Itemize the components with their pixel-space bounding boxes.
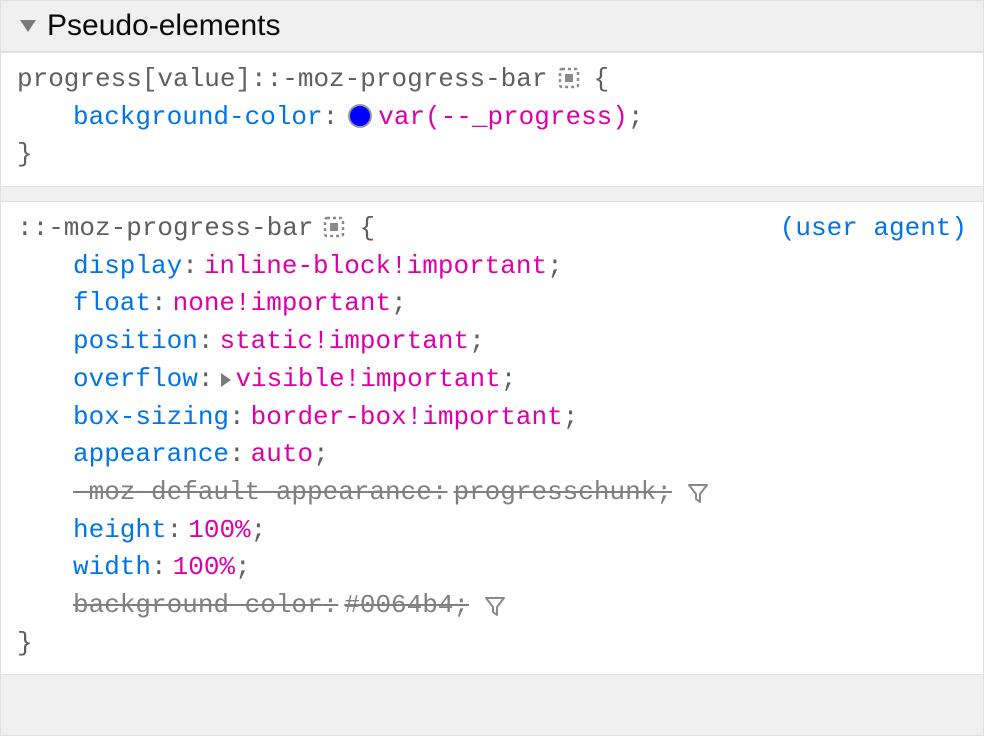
important-flag: !important	[235, 285, 391, 323]
styles-panel: Pseudo-elements progress[value]::-moz-pr…	[0, 0, 984, 736]
highlight-selector-icon[interactable]	[321, 214, 347, 240]
css-value[interactable]: progresschunk	[453, 474, 656, 512]
collapse-triangle-icon	[19, 19, 37, 33]
css-value[interactable]: visible	[235, 361, 344, 399]
colon: :	[151, 549, 167, 587]
important-flag: !important	[407, 399, 563, 437]
semicolon: ;	[235, 549, 251, 587]
css-property[interactable]: -moz-default-appearance	[73, 474, 432, 512]
colon: :	[198, 323, 214, 361]
semicolon: ;	[563, 399, 579, 437]
semicolon: ;	[313, 436, 329, 474]
semicolon: ;	[547, 248, 563, 286]
open-brace: {	[359, 210, 375, 248]
important-flag: !important	[391, 248, 547, 286]
css-rule: ::-moz-progress-bar { (user agent) displ…	[1, 201, 983, 675]
css-declaration[interactable]: background-color: #0064b4;	[17, 587, 967, 625]
colon: :	[167, 512, 183, 550]
css-value[interactable]: border-box	[251, 399, 407, 437]
css-property[interactable]: background-color	[73, 587, 323, 625]
colon: :	[229, 399, 245, 437]
css-property[interactable]: display	[73, 248, 182, 286]
css-declaration[interactable]: position: static !important;	[17, 323, 967, 361]
css-property[interactable]: appearance	[73, 436, 229, 474]
css-value[interactable]: inline-block	[204, 248, 391, 286]
filter-icon[interactable]	[686, 481, 710, 505]
css-value[interactable]: auto	[251, 436, 313, 474]
css-value[interactable]: var(--_progress)	[378, 99, 628, 137]
css-value[interactable]: 100%	[173, 549, 235, 587]
css-rule: progress[value]::-moz-progress-bar { bac…	[1, 52, 983, 187]
important-flag: !important	[345, 361, 501, 399]
semicolon: ;	[251, 512, 267, 550]
css-selector[interactable]: ::-moz-progress-bar	[17, 210, 313, 248]
pseudo-elements-header[interactable]: Pseudo-elements	[1, 1, 983, 52]
semicolon: ;	[656, 474, 672, 512]
colon: :	[323, 587, 339, 625]
css-property[interactable]: position	[73, 323, 198, 361]
semicolon: ;	[391, 285, 407, 323]
semicolon: ;	[453, 587, 469, 625]
css-declaration[interactable]: height: 100%;	[17, 512, 967, 550]
stylesheet-source-link[interactable]: (user agent)	[780, 210, 967, 248]
semicolon: ;	[501, 361, 517, 399]
expand-shorthand-icon[interactable]	[219, 371, 233, 389]
css-value[interactable]: 100%	[188, 512, 250, 550]
css-declaration[interactable]: -moz-default-appearance: progresschunk;	[17, 474, 967, 512]
colon: :	[198, 361, 214, 399]
css-declaration[interactable]: overflow: visible !important;	[17, 361, 967, 399]
color-swatch-icon[interactable]	[348, 104, 372, 128]
css-declaration[interactable]: float: none !important;	[17, 285, 967, 323]
css-value[interactable]: static	[219, 323, 313, 361]
colon: :	[229, 436, 245, 474]
css-declaration[interactable]: background-color: var(--_progress);	[17, 99, 967, 137]
close-brace: }	[17, 625, 967, 663]
css-declaration[interactable]: display: inline-block !important;	[17, 248, 967, 286]
important-flag: !important	[313, 323, 469, 361]
css-property[interactable]: box-sizing	[73, 399, 229, 437]
close-brace: }	[17, 136, 967, 174]
open-brace: {	[594, 61, 610, 99]
colon: :	[182, 248, 198, 286]
section-title: Pseudo-elements	[47, 9, 280, 43]
css-property[interactable]: width	[73, 549, 151, 587]
css-property[interactable]: overflow	[73, 361, 198, 399]
css-property[interactable]: height	[73, 512, 167, 550]
css-property[interactable]: background-color	[73, 99, 323, 137]
css-property[interactable]: float	[73, 285, 151, 323]
css-value[interactable]: none	[173, 285, 235, 323]
semicolon: ;	[469, 323, 485, 361]
colon: :	[432, 474, 448, 512]
css-selector[interactable]: progress[value]::-moz-progress-bar	[17, 61, 548, 99]
highlight-selector-icon[interactable]	[556, 65, 582, 91]
css-declaration[interactable]: box-sizing: border-box !important;	[17, 399, 967, 437]
css-value[interactable]: #0064b4	[344, 587, 453, 625]
colon: :	[151, 285, 167, 323]
css-declaration[interactable]: width: 100%;	[17, 549, 967, 587]
css-declaration[interactable]: appearance: auto;	[17, 436, 967, 474]
filter-icon[interactable]	[483, 594, 507, 618]
